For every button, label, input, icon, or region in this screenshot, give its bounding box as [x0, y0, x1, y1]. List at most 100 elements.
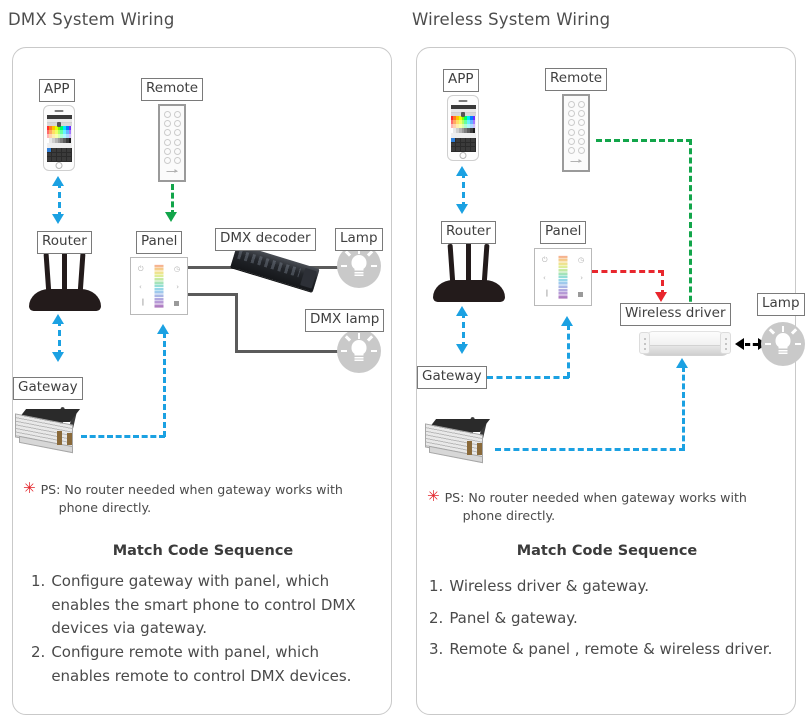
router-icon-dmx: [29, 250, 101, 311]
arrow-panel-to-driver: [655, 292, 667, 302]
wireless-driver-bottom: [639, 345, 731, 356]
lamp-bulb-icon: [775, 333, 791, 348]
gateway-connector-icon: [57, 431, 62, 445]
sequence-number: 1.: [31, 572, 46, 590]
lamp-icon-wireless: [761, 322, 805, 366]
router-body: [433, 280, 505, 302]
prev-icon: ‹: [543, 274, 546, 282]
phone-scene-keypad: [450, 137, 476, 152]
link-gateway-panel-v-wireless: [567, 324, 570, 378]
sequence-item: 1. Wireless driver & gateway.: [429, 571, 789, 603]
label-dmx-lamp: DMX lamp: [305, 309, 385, 332]
wireless-diagram-title: Wireless System Wiring: [412, 10, 611, 29]
bar-icon: ❙: [544, 289, 550, 297]
clock-icon: ◷: [577, 256, 584, 264]
link-driver-lamp: [745, 343, 758, 346]
link-gateway-panel-v: [163, 332, 166, 437]
lamp-ray-icon: [341, 349, 347, 353]
lamp-icon-dmx: [337, 244, 381, 288]
arrow-gateway-down: [52, 352, 64, 362]
arrow-router-up-wireless: [456, 306, 468, 316]
link-remote-driver-v: [689, 139, 692, 311]
lamp-ray-icon: [366, 250, 374, 257]
lamp-ray-icon: [371, 264, 377, 268]
gateway-connector-icon: [467, 441, 472, 455]
arrow-router-down: [52, 214, 64, 224]
sequence-item: 1. Configure gateway with panel, which e…: [31, 570, 379, 641]
phone-speaker-icon: [54, 110, 64, 112]
lamp-base-icon: [354, 354, 364, 361]
next-icon: ›: [176, 283, 179, 291]
sequence-text: Remote & panel , remote & wireless drive…: [449, 640, 773, 658]
link-gateway-driver-v: [682, 366, 685, 450]
sequence-item: 2. Panel & gateway.: [429, 603, 789, 635]
label-dmx-decoder: DMX decoder: [215, 228, 316, 251]
dmx-diagram-title: DMX System Wiring: [8, 10, 175, 29]
router-icon-wireless: [433, 241, 505, 302]
label-panel-wireless: Panel: [540, 221, 587, 244]
sequence-title-dmx: Match Code Sequence: [112, 543, 294, 559]
sequence-text: Panel & gateway.: [449, 608, 578, 627]
phone-brightness-slider: [450, 111, 476, 117]
ps-note-dmx: ✳ PS: No router needed when gateway work…: [23, 479, 381, 518]
ps-note-text-dmx: PS: No router needed when gateway works …: [41, 481, 343, 518]
sequence-list-dmx: 1. Configure gateway with panel, which e…: [31, 570, 379, 688]
smartphone-app-icon-dmx: [43, 105, 75, 171]
remote-slider-icon: [570, 159, 582, 163]
label-panel-dmx: Panel: [136, 231, 183, 254]
sequence-item: 3. Remote & panel , remote & wireless dr…: [429, 634, 789, 666]
wireless-driver-endcap-right: [720, 332, 731, 354]
phone-brightness-slider: [46, 121, 72, 127]
lamp-ray-icon: [357, 333, 361, 339]
label-app-dmx: APP: [39, 79, 75, 102]
lamp-ray-icon: [790, 328, 798, 335]
gateway-icon-dmx: [13, 405, 85, 454]
dmx-system-panel: DMX System Wiring APP Remote Router Gate…: [0, 0, 404, 725]
arrow-remote-to-panel: [165, 212, 177, 222]
label-gateway-dmx: Gateway: [13, 377, 83, 400]
link-gateway-panel-h: [81, 435, 165, 438]
lamp-base-icon: [778, 347, 788, 354]
lamp-ray-icon: [795, 342, 801, 346]
wire-panel-to-dmxlamp-h1: [186, 293, 238, 297]
wire-panel-to-dmxlamp-v: [235, 293, 239, 353]
sequence-title-wireless: Match Code Sequence: [516, 543, 698, 559]
remote-button-grid: [164, 111, 181, 164]
arrow-app-up-wireless: [456, 166, 468, 176]
gateway-connector-icon: [67, 433, 72, 445]
sequence-item: 2. Configure remote with panel, which en…: [31, 641, 379, 688]
wireless-system-panel: Wireless System Wiring APP Remote Router…: [404, 0, 808, 725]
arrow-gateway-to-driver: [676, 358, 688, 368]
ps-note-text-wireless: PS: No router needed when gateway works …: [445, 489, 747, 526]
ps-note-line1: PS: No router needed when gateway works …: [444, 490, 747, 505]
label-gateway-wireless: Gateway: [417, 366, 487, 389]
arrow-router-down-wireless: [456, 204, 468, 214]
clock-icon: ◷: [173, 265, 180, 273]
label-wireless-driver: Wireless driver: [620, 303, 731, 326]
dmx-decoder-icon: [230, 243, 320, 293]
phone-speaker-icon: [458, 100, 468, 102]
link-gateway-driver-h: [495, 448, 685, 451]
label-lamp-wireless: Lamp: [757, 293, 805, 316]
gateway-icon-wireless: [423, 415, 495, 464]
arrow-app-up: [52, 176, 64, 186]
sequence-number: 2.: [31, 643, 46, 662]
touch-panel-icon-wireless: ⏻ ◷ ‹ › ❙: [534, 248, 592, 306]
label-lamp-dmx: Lamp: [335, 228, 383, 251]
lamp-bulb-icon: [351, 255, 367, 270]
link-remote-driver-h: [596, 139, 692, 142]
ps-note-line2: phone directly.: [462, 508, 556, 524]
arrow-gateway-down-wireless: [456, 344, 468, 354]
stop-icon: [174, 301, 179, 306]
wiring-diagram-page: DMX System Wiring APP Remote Router Gate…: [0, 0, 808, 725]
gateway-connector-icon: [477, 443, 482, 455]
link-panel-driver-h: [592, 270, 664, 273]
label-remote-dmx: Remote: [141, 78, 204, 101]
lamp-ray-icon: [371, 349, 377, 353]
wireless-diagram-card: APP Remote Router Gateway Panel ⏻ ◷ ‹ › …: [416, 47, 805, 715]
label-remote-wireless: Remote: [545, 68, 608, 91]
ps-note-wireless: ✳ PS: No router needed when gateway work…: [427, 488, 785, 526]
asterisk-icon: ✳: [23, 479, 36, 497]
color-gradient-strip: [558, 255, 568, 299]
sequence-number: 1.: [429, 577, 444, 595]
